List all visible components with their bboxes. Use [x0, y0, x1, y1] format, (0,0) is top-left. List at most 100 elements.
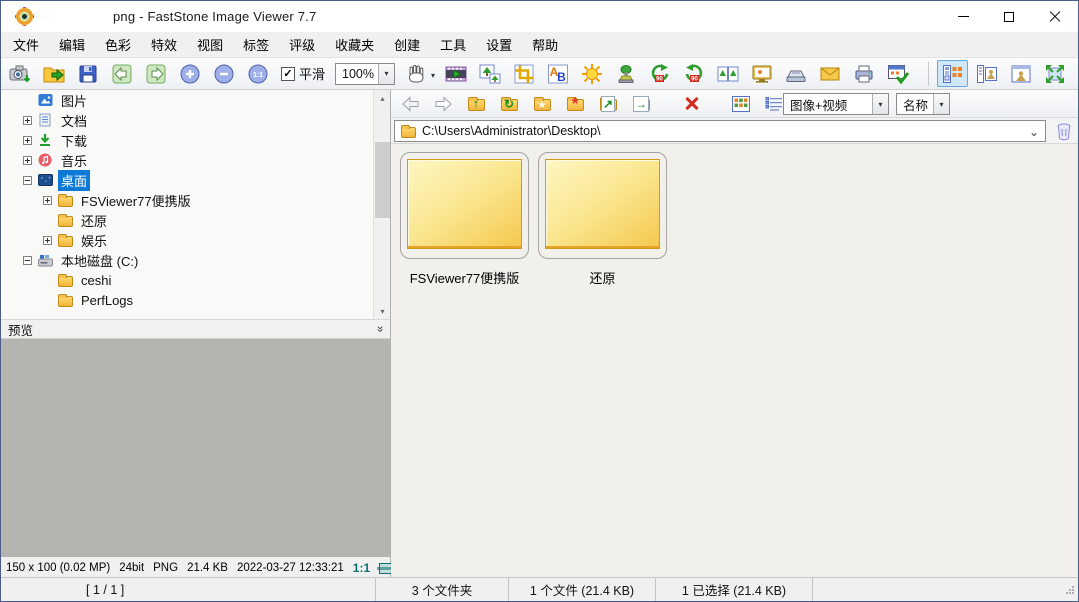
menu-item-create[interactable]: 创建	[384, 31, 430, 58]
details-view-button[interactable]	[763, 93, 785, 115]
tree-item-fsviewer77[interactable]: FSViewer77便携版	[1, 190, 390, 210]
minimize-button[interactable]	[940, 1, 986, 32]
move-to-folder-button[interactable]	[630, 93, 652, 115]
tree-item-documents[interactable]: 文档	[1, 110, 390, 130]
delete-button[interactable]	[680, 93, 702, 115]
title-bar: png - FastStone Image Viewer 7.7	[1, 1, 1078, 32]
filter-select[interactable]: 图像+视频	[783, 93, 889, 115]
slideshow-button[interactable]	[443, 61, 469, 87]
maximize-button[interactable]	[986, 1, 1032, 32]
fullscreen-icon	[1045, 65, 1065, 83]
folder-thumbnail-restore[interactable]	[538, 152, 667, 259]
print-button[interactable]	[851, 61, 877, 87]
forward-arrow-icon	[434, 95, 453, 113]
save-as-button[interactable]	[75, 61, 101, 87]
clone-stamp-button[interactable]	[613, 61, 639, 87]
chevron-down-icon[interactable]	[378, 64, 394, 84]
menu-item-file[interactable]: 文件	[3, 31, 49, 58]
thumbnails-view-button[interactable]	[730, 93, 752, 115]
scroll-down-icon[interactable]	[374, 303, 390, 319]
tree-item-desktop[interactable]: 桌面	[1, 170, 390, 190]
draw-board-button[interactable]: AB	[545, 61, 571, 87]
email-button[interactable]	[817, 61, 843, 87]
expand-icon[interactable]	[23, 136, 32, 145]
zoom-level-select[interactable]: 100%	[335, 63, 395, 85]
view-browser-button[interactable]	[937, 60, 968, 87]
close-button[interactable]	[1032, 1, 1078, 32]
scroll-up-icon[interactable]	[374, 90, 390, 106]
app-icon[interactable]	[16, 8, 33, 25]
menu-item-settings[interactable]: 设置	[476, 31, 522, 58]
svg-text:90: 90	[691, 76, 698, 82]
menu-item-edit[interactable]: 编辑	[49, 31, 95, 58]
smooth-checkbox[interactable]	[281, 67, 295, 81]
tree-scrollbar[interactable]	[373, 90, 390, 319]
menu-item-rating[interactable]: 评级	[279, 31, 325, 58]
chevron-down-icon[interactable]	[1029, 124, 1039, 139]
tree-item-ceshi[interactable]: ceshi	[1, 270, 390, 290]
resize-button[interactable]	[477, 61, 503, 87]
hand-tool-caret-icon[interactable]	[431, 66, 435, 81]
tree-item-entertainment[interactable]: 娱乐	[1, 230, 390, 250]
open-file-button[interactable]	[41, 61, 67, 87]
collapse-icon[interactable]	[23, 176, 32, 185]
image-datetime: 2022-03-27 12:33:21	[237, 562, 344, 574]
menu-item-favorites[interactable]: 收藏夹	[325, 31, 384, 58]
address-bar[interactable]: C:\Users\Administrator\Desktop\	[394, 120, 1046, 142]
tree-item-downloads[interactable]: 下载	[1, 130, 390, 150]
next-image-button[interactable]	[143, 61, 169, 87]
chevron-down-icon[interactable]	[933, 94, 949, 114]
zoom-in-button[interactable]	[177, 61, 203, 87]
expand-icon[interactable]	[43, 196, 52, 205]
menu-item-colors[interactable]: 色彩	[95, 31, 141, 58]
settings-button[interactable]	[885, 61, 911, 87]
menu-item-tag[interactable]: 标签	[233, 31, 279, 58]
settings-check-icon	[886, 62, 910, 86]
back-button[interactable]	[399, 93, 421, 115]
previous-image-button[interactable]	[109, 61, 135, 87]
new-folder-button[interactable]	[564, 93, 586, 115]
collapse-icon[interactable]	[23, 256, 32, 265]
adjust-colors-button[interactable]	[579, 61, 605, 87]
copy-to-folder-button[interactable]	[597, 93, 619, 115]
details-view-icon	[765, 96, 783, 112]
sort-select[interactable]: 名称	[896, 93, 950, 115]
refresh-button[interactable]	[498, 93, 520, 115]
menu-item-effects[interactable]: 特效	[141, 31, 187, 58]
rotate-left-button[interactable]: 90	[647, 61, 673, 87]
rotate-right-button[interactable]: 90	[681, 61, 707, 87]
recycle-bin-button[interactable]	[1053, 120, 1075, 142]
file-browser-area[interactable]: FSViewer77便携版 还原	[391, 144, 1079, 579]
chevron-down-icon[interactable]	[872, 94, 888, 114]
tree-item-music[interactable]: 音乐	[1, 150, 390, 170]
acquire-camera-button[interactable]	[7, 61, 33, 87]
tree-item-local-disk-c[interactable]: 本地磁盘 (C:)	[1, 250, 390, 270]
scan-button[interactable]	[783, 61, 809, 87]
tree-item-pictures[interactable]: 图片	[1, 90, 390, 110]
tree-item-restore[interactable]: 还原	[1, 210, 390, 230]
tree-item-perflogs[interactable]: PerfLogs	[1, 290, 390, 310]
favorites-button[interactable]	[531, 93, 553, 115]
forward-button[interactable]	[432, 93, 454, 115]
zoom-out-button[interactable]	[211, 61, 237, 87]
expand-icon[interactable]	[23, 116, 32, 125]
collapse-preview-icon[interactable]	[373, 326, 387, 333]
view-thumbnail-strip-button[interactable]	[971, 60, 1002, 87]
screen-capture-button[interactable]	[749, 61, 775, 87]
menu-item-help[interactable]: 帮助	[522, 31, 568, 58]
crop-button[interactable]	[511, 61, 537, 87]
menu-item-tools[interactable]: 工具	[430, 31, 476, 58]
expand-icon[interactable]	[23, 156, 32, 165]
compare-images-button[interactable]	[715, 61, 741, 87]
one-to-one-icon: 1:1	[246, 62, 270, 86]
expand-icon[interactable]	[43, 236, 52, 245]
scrollbar-thumb[interactable]	[375, 142, 390, 218]
resize-grip[interactable]	[1065, 585, 1074, 594]
actual-size-button[interactable]: 1:1	[245, 61, 271, 87]
menu-item-view[interactable]: 视图	[187, 31, 233, 58]
view-windowed-button[interactable]	[1005, 60, 1036, 87]
hand-tool-button[interactable]	[403, 61, 429, 87]
folder-thumbnail-fsviewer77[interactable]	[400, 152, 529, 259]
view-fullscreen-button[interactable]	[1039, 60, 1070, 87]
up-folder-button[interactable]	[465, 93, 487, 115]
